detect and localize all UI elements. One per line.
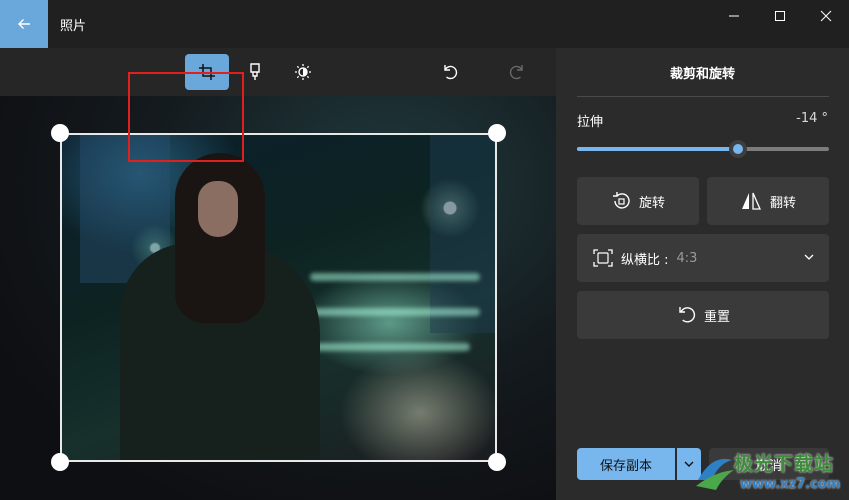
panel-divider [577,96,829,97]
flip-icon [741,192,761,210]
redo-icon [509,65,523,80]
title-bar: 照片 [0,0,849,48]
watermark-url: www.xz7.com [740,477,841,492]
aspect-ratio-label: 纵横比 : [621,252,669,268]
maximize-button[interactable] [757,0,803,32]
crop-rotate-panel: 裁剪和旋转 拉伸 -14 ° 旋转 翻转 纵横比 : 4:3 重置 保存副本 取… [556,48,849,500]
reset-label: 重置 [703,309,730,325]
flip-button[interactable]: 翻转 [707,177,829,225]
filter-brush-icon [250,63,260,80]
panel-title: 裁剪和旋转 [669,67,735,82]
brightness-adjust-icon [295,64,311,80]
crop-tool-highlight-box [128,72,244,162]
adjust-tool-button[interactable] [281,54,325,90]
app-title: 照片 [60,19,87,34]
rotate-button[interactable]: 旋转 [577,177,699,225]
chevron-down-icon [804,254,814,260]
straighten-slider-thumb[interactable] [729,140,748,158]
straighten-slider[interactable] [577,140,829,158]
straighten-label: 拉伸 [577,115,604,130]
crop-frame[interactable] [60,133,497,462]
site-watermark: 极光下载站 www.xz7.com [690,444,849,500]
maximize-icon [775,11,785,21]
crop-handle-top-left[interactable] [51,124,69,142]
straighten-value: -14 ° [796,111,828,126]
arrow-left-icon [18,19,30,29]
rotate-label: 旋转 [638,195,665,211]
back-button[interactable] [0,0,48,48]
crop-handle-bottom-left[interactable] [51,453,69,471]
close-button[interactable] [803,0,849,32]
minimize-icon [729,15,739,17]
watermark-title: 极光下载站 [734,453,835,475]
flip-label: 翻转 [769,195,796,211]
reset-button[interactable]: 重置 [577,291,829,339]
undo-button[interactable] [428,54,472,90]
rotate-icon [612,192,630,209]
crop-handle-top-right[interactable] [488,124,506,142]
aspect-ratio-dropdown[interactable]: 纵横比 : 4:3 [577,234,829,282]
aspect-ratio-value: 4:3 [676,250,698,266]
edit-toolbar [0,48,556,162]
minimize-button[interactable] [711,0,757,32]
crop-handle-bottom-right[interactable] [488,453,506,471]
aspect-ratio-icon [593,249,613,267]
redo-button[interactable] [495,54,539,90]
save-copy-button[interactable]: 保存副本 [577,448,675,480]
straighten-slider-fill [577,147,739,151]
undo-icon [444,65,458,80]
reset-icon [679,307,696,323]
watermark-logo-icon [696,458,734,490]
close-icon [820,10,832,22]
